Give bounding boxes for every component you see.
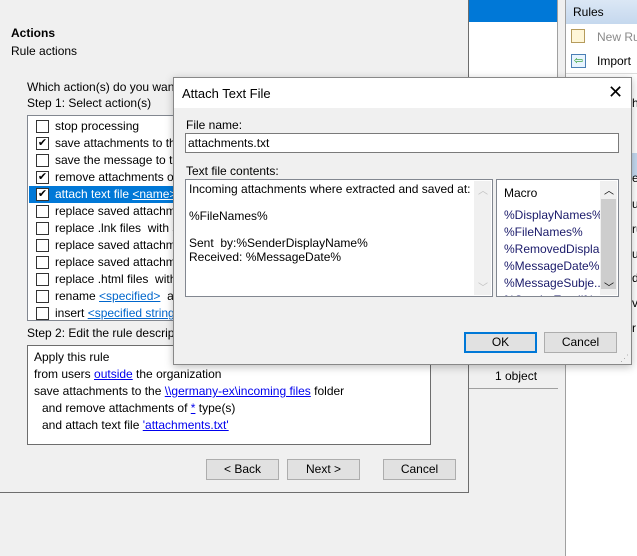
macro-item[interactable]: %MessageSubje... — [504, 276, 604, 290]
file-name-input[interactable] — [185, 133, 619, 153]
scroll-down-icon[interactable]: ﹀ — [478, 279, 488, 294]
action-item-fragment[interactable]: d — [632, 271, 637, 285]
attach-text-file-dialog: Attach Text File ✕ File name: Text file … — [173, 77, 632, 365]
action-item-fragment[interactable]: e — [632, 171, 637, 185]
status-count: 1 object — [495, 369, 538, 383]
action-checkbox[interactable] — [36, 205, 49, 218]
dialog-title: Attach Text File — [182, 86, 271, 101]
scroll-up-icon[interactable]: ︿ — [478, 182, 488, 197]
dialog-titlebar: Attach Text File ✕ — [174, 78, 631, 108]
action-checkbox[interactable]: ✔ — [36, 171, 49, 184]
desc-line: and attach text file 'attachments.txt' — [42, 418, 229, 432]
scroll-down-icon[interactable]: ﹀ — [604, 279, 614, 294]
page-subtitle: Rule actions — [11, 44, 78, 58]
new-rule-action[interactable]: New Rule — [597, 30, 637, 44]
macro-header: Macro — [504, 186, 538, 200]
folder-link[interactable]: \\germany-ex\incoming files — [165, 384, 311, 398]
macro-scrollbar[interactable]: ︿ ﹀ — [600, 181, 617, 295]
rules-header: Rules — [566, 0, 637, 24]
action-item-fragment[interactable]: ve — [632, 296, 637, 310]
dialog-cancel-button[interactable]: Cancel — [544, 332, 617, 353]
macro-list[interactable]: Macro %DisplayNames% %FileNames% %RemovedD… — [496, 179, 619, 297]
action-checkbox[interactable] — [36, 154, 49, 167]
ok-button[interactable]: OK — [464, 332, 537, 353]
import-icon: ⇦ — [571, 54, 586, 68]
resize-grip-icon[interactable]: ⋰ — [620, 353, 629, 364]
desc-line: and remove attachments of * type(s) — [42, 401, 236, 415]
action-item-fragment[interactable]: u — [632, 247, 637, 261]
action-checkbox[interactable] — [36, 222, 49, 235]
action-item-fragment[interactable]: h — [632, 96, 637, 110]
action-link[interactable]: <name> — [132, 187, 176, 201]
contents-scrollbar[interactable]: ︿ ﹀ — [474, 181, 491, 295]
macro-item[interactable]: %FileNames% — [504, 225, 583, 239]
step1-label: Step 1: Select action(s) — [27, 96, 152, 110]
macro-item[interactable]: %MessageDate% — [504, 259, 599, 273]
step2-label: Step 2: Edit the rule description — [27, 326, 194, 340]
outside-link[interactable]: outside — [94, 367, 133, 381]
action-item-fragment[interactable]: ru — [632, 222, 637, 236]
action-link[interactable]: <specified> — [99, 289, 160, 303]
file-name-label: File name: — [186, 118, 243, 132]
desc-line: from users outside the organization — [34, 367, 222, 381]
desc-line: Apply this rule — [34, 350, 110, 364]
question-label: Which action(s) do you want ex — [27, 80, 194, 94]
action-item-fragment[interactable]: ul — [632, 197, 637, 211]
scroll-thumb[interactable] — [601, 199, 616, 289]
close-icon[interactable]: ✕ — [608, 82, 623, 103]
scroll-up-icon[interactable]: ︿ — [604, 182, 614, 197]
selected-row[interactable] — [469, 0, 557, 22]
new-rule-icon — [571, 29, 585, 43]
action-checkbox[interactable] — [36, 290, 49, 303]
contents-label: Text file contents: — [186, 164, 279, 178]
page-title: Actions — [11, 26, 56, 40]
cancel-button[interactable]: Cancel — [383, 459, 456, 480]
text-file-link[interactable]: 'attachments.txt' — [143, 418, 229, 432]
action-item-fragment[interactable]: r — [632, 321, 636, 335]
action-checkbox[interactable] — [36, 120, 49, 133]
back-button[interactable]: < Back — [206, 459, 279, 480]
next-button[interactable]: Next > — [287, 459, 360, 480]
macro-item[interactable]: %DisplayNames% — [504, 208, 603, 222]
action-checkbox[interactable] — [36, 256, 49, 269]
macro-item[interactable]: %SenderEmail% — [504, 293, 594, 296]
action-checkbox[interactable] — [36, 273, 49, 286]
contents-textarea[interactable]: Incoming attachments where extracted and… — [185, 179, 493, 297]
action-checkbox[interactable]: ✔ — [36, 188, 49, 201]
macro-item[interactable]: %RemovedDispla... — [504, 242, 609, 256]
import-action[interactable]: Import — [597, 54, 631, 68]
desc-line: save attachments to the \\germany-ex\inc… — [34, 384, 345, 398]
action-checkbox[interactable] — [36, 239, 49, 252]
status-area: 1 object — [469, 364, 558, 556]
action-checkbox[interactable]: ✔ — [36, 137, 49, 150]
action-checkbox[interactable] — [36, 307, 49, 320]
